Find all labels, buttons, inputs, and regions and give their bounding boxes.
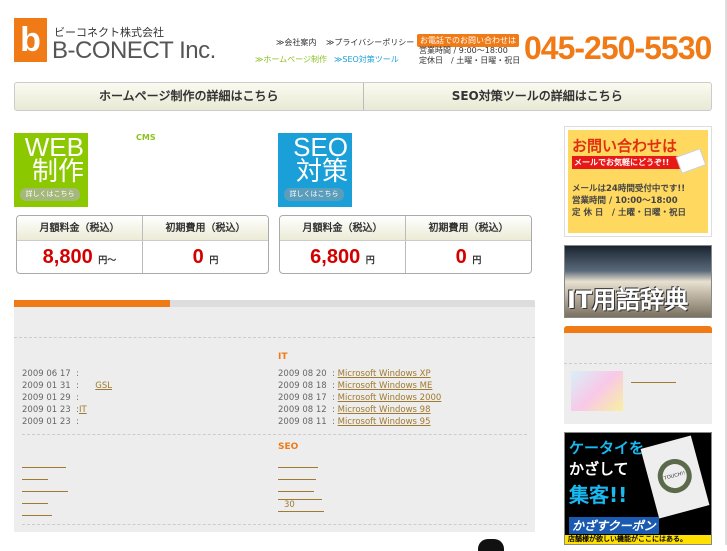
contact-line: メールは24時間受付中です!! xyxy=(572,184,686,194)
contact-banner[interactable]: お問い合わせは メールでお気軽にどうぞ!! メールは24時間受付中です!! 営業… xyxy=(564,126,712,237)
logo[interactable]: b xyxy=(14,18,47,62)
nav-link-company[interactable]: ≫会社案内 xyxy=(276,37,316,48)
seo-heading: SEO xyxy=(278,442,299,452)
phone-number: 045-250-5530 xyxy=(524,30,712,66)
news-tab-bar xyxy=(14,300,535,307)
list-item: 2009 08 20 : Microsoft Windows XP xyxy=(278,369,431,379)
dictionary-title: IT用語辞典 xyxy=(567,286,689,314)
initial-price: 0 円 xyxy=(142,241,268,273)
monthly-header: 月額料金（税込） xyxy=(39,223,120,234)
link[interactable] xyxy=(22,504,52,516)
details-button[interactable]: 詳しくはこちら xyxy=(284,188,344,201)
web-tile[interactable]: WEB 制作 詳しくはこちら xyxy=(14,133,88,207)
sidebar-panel xyxy=(564,326,712,424)
holidays: 定休日 / 土曜・日曜・祝日 xyxy=(419,56,521,65)
news-link[interactable]: Microsoft Windows ME xyxy=(338,381,433,391)
news-link[interactable]: IT xyxy=(79,404,95,416)
link[interactable]: 30 xyxy=(278,500,324,512)
thumbnail[interactable] xyxy=(571,371,623,411)
link[interactable] xyxy=(278,468,316,480)
news-link[interactable]: GSL xyxy=(82,380,126,392)
coupon-footer: 店舗様が欲しい機能がここにはある。 xyxy=(565,535,711,544)
nav-seo-details[interactable]: SEO対策ツールの詳細はこちら xyxy=(362,83,712,110)
list-item: 2009 08 11 : Microsoft Windows 95 xyxy=(278,417,431,427)
mascot-icon xyxy=(478,539,504,551)
initial-header: 初期費用（税込） xyxy=(405,216,531,240)
nav-link-homepage[interactable]: ≫ホームページ制作 xyxy=(255,54,327,65)
list-item: 2009 01 23 : xyxy=(22,417,82,427)
nav-link-privacy[interactable]: ≫プライバシーポリシー xyxy=(326,37,414,48)
company-name-en: B-CONECT Inc. xyxy=(52,37,216,64)
list-item: 2009 06 17 : xyxy=(22,369,82,379)
it-heading: IT xyxy=(278,352,288,362)
main-nav: ホームページ制作の詳細はこちら SEO対策ツールの詳細はこちら xyxy=(14,82,712,111)
seo-tile[interactable]: SEO 対策 詳しくはこちら xyxy=(278,133,352,207)
contact-subtitle: メールでお気軽にどうぞ!! xyxy=(572,156,682,169)
tile-subtitle: 制作 xyxy=(31,156,84,186)
news-link[interactable]: Microsoft Windows 95 xyxy=(338,417,431,427)
list-item: 2009 08 12 : Microsoft Windows 98 xyxy=(278,405,431,415)
news-list-it: 2009 08 20 : Microsoft Windows XP 2009 0… xyxy=(278,368,441,428)
monthly-price: 6,800 円 xyxy=(310,246,375,268)
link[interactable] xyxy=(22,492,48,504)
list-item: 2009 01 31 : GSL xyxy=(22,380,126,392)
link[interactable] xyxy=(631,382,676,383)
list-item: 2009 01 29 : xyxy=(22,393,82,403)
it-dictionary-banner[interactable]: IT用語辞典 xyxy=(564,245,712,318)
coupon-banner[interactable]: ケータイを かざして 集客!! TOUCH!! かざすクーポン 店舗様が欲しい機… xyxy=(564,432,712,545)
monthly-price: 8,800 円〜 xyxy=(42,246,117,268)
link[interactable] xyxy=(278,456,318,468)
web-price-table: 月額料金（税込） 初期費用（税込） 8,800 円〜 0 円 xyxy=(16,215,269,274)
details-button[interactable]: 詳しくはこちら xyxy=(20,188,80,201)
contact-line: 営業時間 / 10:00〜18:00 xyxy=(572,196,678,206)
news-link[interactable]: Microsoft Windows XP xyxy=(338,369,431,379)
list-item: 2009 08 17 : Microsoft Windows 2000 xyxy=(278,393,442,403)
link[interactable] xyxy=(22,480,68,492)
divider xyxy=(14,337,535,338)
divider xyxy=(22,434,527,435)
news-list-left: 2009 06 17 : 2009 01 31 : GSL 2009 01 29… xyxy=(22,368,126,428)
link[interactable] xyxy=(278,492,322,500)
divider xyxy=(22,524,527,525)
link-list-seo: 30 xyxy=(278,456,328,512)
initial-header: 初期費用（税込） xyxy=(142,216,268,240)
monthly-header: 月額料金（税込） xyxy=(302,223,383,234)
coupon-brand: かざすクーポン xyxy=(569,517,659,534)
list-item: 2009 01 23 :IT xyxy=(22,404,126,416)
touch-label: TOUCH!! xyxy=(653,455,696,497)
active-tab[interactable] xyxy=(14,300,170,307)
link[interactable] xyxy=(278,480,314,492)
link[interactable] xyxy=(22,456,66,468)
news-link[interactable]: Microsoft Windows 2000 xyxy=(338,393,442,403)
nav-link-seo[interactable]: ≫SEO対策ツール xyxy=(334,54,399,65)
tile-subtitle: 対策 xyxy=(295,156,348,186)
link-list-left xyxy=(22,456,72,516)
news-link[interactable]: Microsoft Windows 98 xyxy=(338,405,431,415)
divider xyxy=(564,363,712,364)
contact-line: 定 休 日 / 土曜・日曜・祝日 xyxy=(572,208,686,218)
nav-homepage-details[interactable]: ホームページ制作の詳細はこちら xyxy=(15,83,363,110)
initial-price: 0 円 xyxy=(405,241,531,273)
link[interactable] xyxy=(22,468,48,480)
cms-tag: CMS xyxy=(136,133,156,142)
list-item: 2009 08 18 : Microsoft Windows ME xyxy=(278,381,433,391)
seo-price-table: 月額料金（税込） 初期費用（税込） 6,800 円 0 円 xyxy=(279,215,532,274)
